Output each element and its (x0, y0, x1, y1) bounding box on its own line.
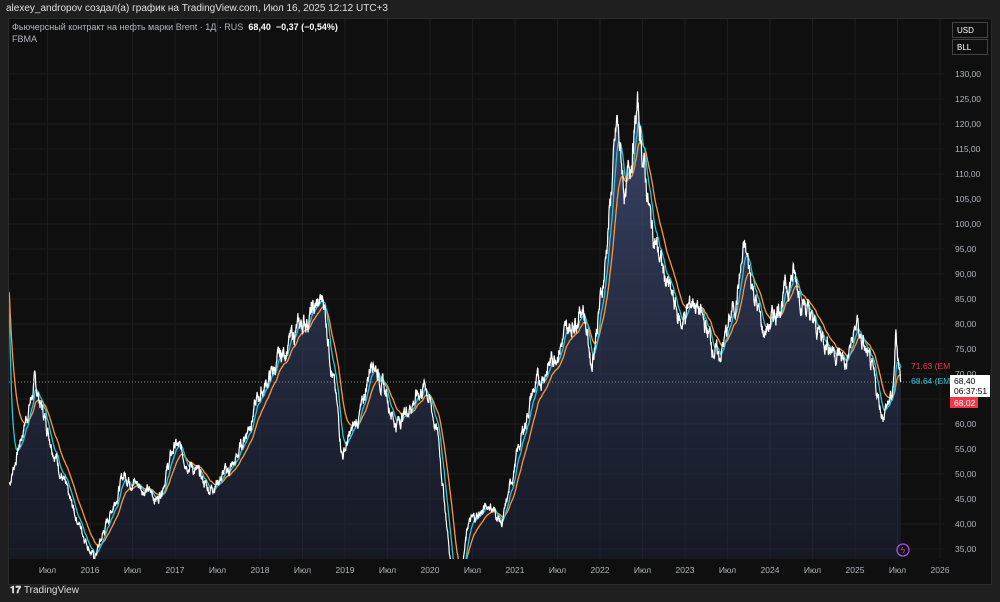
x-tick-label: Июл (804, 565, 821, 575)
indicator-legend[interactable]: FBMA (12, 34, 37, 44)
y-tick-label: 35,00 (955, 544, 977, 554)
logo-icon: 𝟏𝟕 (10, 585, 22, 596)
x-tick-label: Июл (464, 565, 481, 575)
x-tick-label: Июл (39, 565, 56, 575)
price-change: −0,37 (−0,54%) (275, 22, 338, 32)
y-tick-label: 100,00 (955, 219, 981, 229)
x-tick-label: 2021 (506, 565, 525, 575)
y-tick-label: 55,00 (955, 444, 977, 454)
y-tick-label: 80,00 (955, 319, 977, 329)
y-tick-label: 120,00 (955, 119, 981, 129)
y-tick-label: 125,00 (955, 94, 981, 104)
x-tick-label: 2025 (846, 565, 865, 575)
y-tick-label: 95,00 (955, 244, 977, 254)
y-tick-label: 75,00 (955, 344, 977, 354)
brand-name: TradingView (23, 585, 79, 596)
unit-button[interactable]: BLL (952, 39, 988, 55)
x-tick-label: 2023 (676, 565, 695, 575)
currency-button[interactable]: USD (952, 22, 988, 38)
ema-slow-label: 71.63 (EM (911, 361, 950, 371)
y-tick-label: 130,00 (955, 69, 981, 79)
bid-label: 68,02 (954, 398, 976, 408)
tradingview-logo[interactable]: 𝟏𝟕 TradingView (10, 585, 79, 596)
y-tick-label: 110,00 (955, 169, 981, 179)
lightning-glyph: ϟ (901, 546, 906, 555)
y-tick-label: 40,00 (955, 519, 977, 529)
x-tick-label: 2024 (761, 565, 780, 575)
x-tick-label: Июл (124, 565, 141, 575)
y-tick-label: 60,00 (955, 419, 977, 429)
y-tick-label: 105,00 (955, 194, 981, 204)
last-price-label: 68,40 (954, 376, 976, 386)
x-tick-label: Июл (634, 565, 651, 575)
symbol-name: Фьючерсный контракт на нефть марки Brent… (12, 22, 244, 32)
x-tick-label: 2017 (166, 565, 185, 575)
x-tick-label: Июл (549, 565, 566, 575)
x-tick-label: Июл (379, 565, 396, 575)
symbol-legend: Фьючерсный контракт на нефть марки Brent… (12, 22, 338, 32)
price-area (9, 91, 901, 559)
x-tick-label: Июл (209, 565, 226, 575)
x-tick-label: 2020 (421, 565, 440, 575)
y-tick-label: 45,00 (955, 494, 977, 504)
y-tick-label: 90,00 (955, 269, 977, 279)
countdown-label: 06:37:51 (954, 386, 987, 396)
y-tick-label: 115,00 (955, 144, 981, 154)
y-tick-label: 85,00 (955, 294, 977, 304)
x-tick-label: 2019 (336, 565, 355, 575)
x-tick-label: 2016 (81, 565, 100, 575)
price-chart[interactable]: 35,0040,0045,0050,0055,0060,0065,0070,00… (0, 0, 1000, 602)
x-tick-label: Июл (719, 565, 736, 575)
x-tick-label: Июл (294, 565, 311, 575)
x-tick-label: 2022 (591, 565, 610, 575)
ema-fast-label: 68.64 (EM (911, 376, 950, 386)
y-tick-label: 50,00 (955, 469, 977, 479)
last-price: 68,40 (248, 22, 271, 32)
x-tick-label: Июл (889, 565, 906, 575)
x-tick-label: 2026 (931, 565, 950, 575)
x-tick-label: 2018 (251, 565, 270, 575)
